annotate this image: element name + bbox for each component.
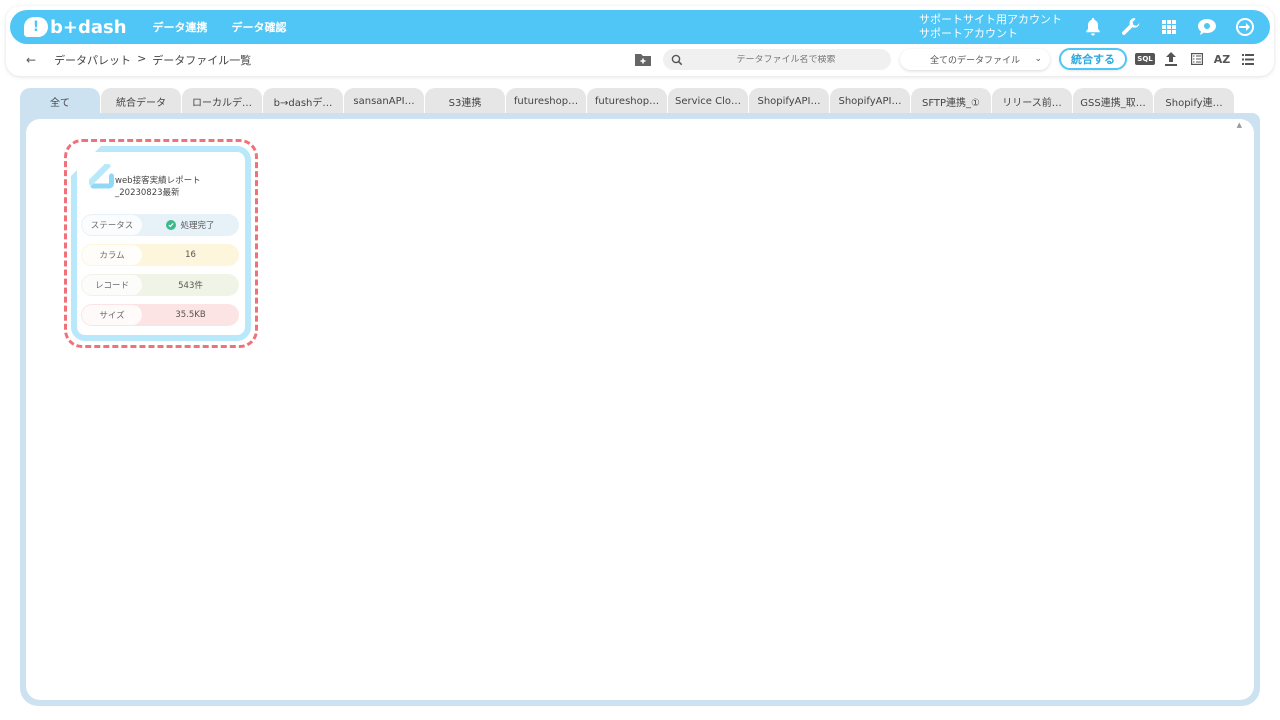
upload-icon[interactable]	[1162, 51, 1180, 67]
size-row: サイズ 35.5KB	[81, 304, 239, 326]
tab-futureshop-1[interactable]: futureshop…	[506, 88, 586, 114]
breadcrumb-current: データファイル一覧	[152, 54, 252, 67]
sql-label: SQL	[1135, 53, 1155, 65]
logo-mark: !	[24, 17, 48, 37]
sort-az-icon[interactable]: AZ	[1213, 51, 1231, 67]
status-text: 処理完了	[180, 221, 215, 231]
file-name: web接客実績レポート_20230823最新	[115, 176, 201, 198]
account-info[interactable]: サポートサイト用アカウント サポートアカウント	[919, 13, 1062, 41]
column-label: カラム	[82, 245, 142, 265]
tab-gss[interactable]: GSS連携_取…	[1073, 88, 1153, 114]
category-tabs: 全て 統合データ ローカルデ… b→dashデ… sansanAPI… S3連携…	[20, 88, 1234, 114]
tab-sftp[interactable]: SFTP連携_①	[911, 88, 991, 114]
status-row: ステータス 処理完了	[81, 214, 239, 236]
search-icon	[671, 54, 683, 65]
add-folder-icon[interactable]	[634, 52, 652, 66]
tab-s3[interactable]: S3連携	[425, 88, 505, 114]
size-label: サイズ	[82, 305, 142, 325]
account-line1: サポートサイト用アカウント	[919, 13, 1062, 26]
file-icon	[89, 164, 114, 189]
tab-shopify-api-1[interactable]: ShopifyAPI…	[749, 88, 829, 114]
status-value: 処理完了	[142, 219, 239, 231]
list-detail-icon[interactable]	[1188, 51, 1206, 67]
column-row: カラム 16	[81, 244, 239, 266]
status-label: ステータス	[82, 215, 142, 235]
top-navbar: ! b+dash データ連携 データ確認 サポートサイト用アカウント サポートア…	[10, 10, 1270, 44]
data-file-card[interactable]: web接客実績レポート_20230823最新 ステータス 処理完了 カラム 16…	[71, 146, 251, 341]
check-circle-icon	[166, 220, 177, 230]
chevron-down-icon: ⌄	[1034, 54, 1042, 64]
record-value: 543件	[178, 281, 203, 291]
logout-icon[interactable]	[1234, 16, 1256, 38]
record-label: レコード	[82, 275, 142, 295]
tab-local-data[interactable]: ローカルデ…	[182, 88, 262, 114]
search-input[interactable]	[691, 54, 881, 65]
merge-button[interactable]: 統合する	[1059, 48, 1127, 70]
tab-all[interactable]: 全て	[20, 88, 100, 114]
breadcrumb-separator: >	[137, 52, 147, 65]
tab-futureshop-2[interactable]: futureshop…	[587, 88, 667, 114]
breadcrumb: データパレット > データファイル一覧	[54, 52, 251, 68]
nav-data-check[interactable]: データ確認	[232, 19, 287, 35]
tab-bdash-data[interactable]: b→dashデ…	[263, 88, 343, 114]
profile-icon[interactable]	[1196, 16, 1218, 38]
tab-shopify-api-2[interactable]: ShopifyAPI…	[830, 88, 910, 114]
column-value: 16	[185, 250, 196, 260]
bell-icon[interactable]	[1082, 16, 1104, 38]
tab-merged-data[interactable]: 統合データ	[101, 88, 181, 114]
wrench-icon[interactable]	[1120, 16, 1142, 38]
record-row: レコード 543件	[81, 274, 239, 296]
tab-sansan-api[interactable]: sansanAPI…	[344, 88, 424, 114]
back-arrow-icon[interactable]: ←	[26, 53, 36, 67]
scroll-up-icon[interactable]: ▲	[1237, 121, 1242, 129]
breadcrumb-data-palette[interactable]: データパレット	[54, 52, 131, 68]
nav-data-link[interactable]: データ連携	[153, 19, 208, 35]
subbar: ← データパレット > データファイル一覧 全てのデータファイル ⌄ 統合する …	[10, 46, 1270, 74]
search-box	[663, 49, 891, 70]
tab-pre-release[interactable]: リリース前…	[992, 88, 1072, 114]
size-value: 35.5KB	[175, 310, 206, 320]
tab-shopify[interactable]: Shopify連…	[1154, 88, 1234, 114]
file-filter-select[interactable]: 全てのデータファイル ⌄	[900, 49, 1050, 70]
grid-icon[interactable]	[1158, 16, 1180, 38]
logo[interactable]: ! b+dash	[24, 17, 127, 38]
logo-text: b+dash	[50, 16, 127, 38]
sql-icon[interactable]: SQL	[1135, 51, 1155, 67]
file-filter-value: 全てのデータファイル	[929, 56, 1020, 66]
tab-service-cloud[interactable]: Service Clo…	[668, 88, 748, 114]
account-line2: サポートアカウント	[919, 27, 1018, 40]
list-view-icon[interactable]	[1239, 51, 1257, 67]
